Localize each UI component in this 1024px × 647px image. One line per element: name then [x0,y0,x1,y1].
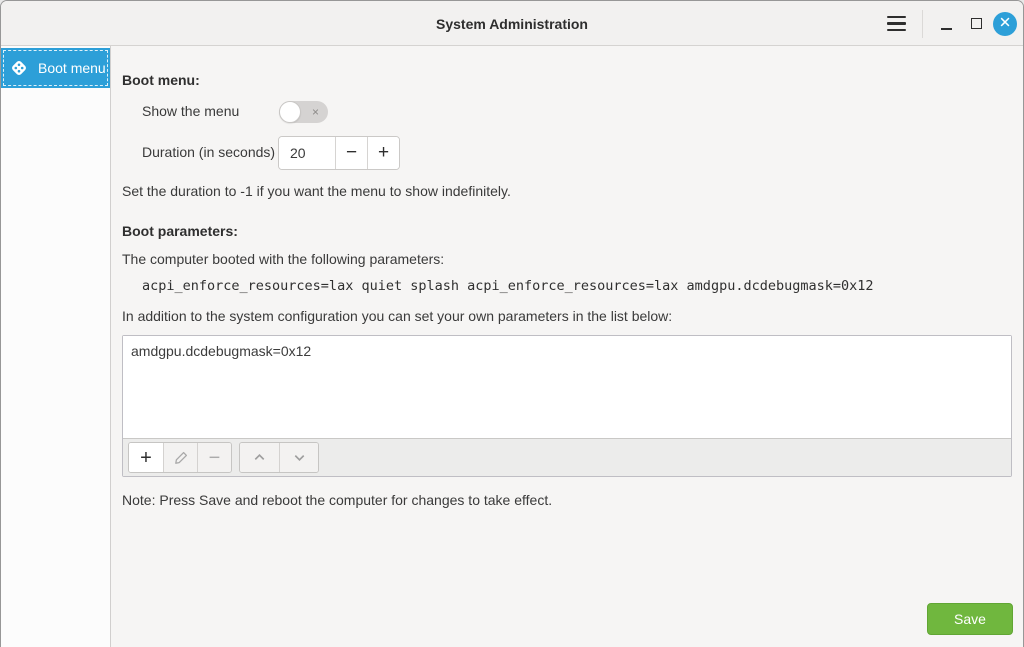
boot-menu-heading: Boot menu: [122,72,200,88]
hamburger-icon [887,16,906,19]
chevron-up-icon [252,450,267,465]
duration-increment-button[interactable]: + [367,137,399,169]
duration-input[interactable] [279,137,335,169]
close-icon: ✕ [999,16,1012,31]
custom-parameters-label: In addition to the system configuration … [122,308,672,324]
edit-parameter-button[interactable] [163,443,197,472]
minimize-icon [941,28,952,30]
minus-icon: − [346,142,357,163]
duration-hint: Set the duration to -1 if you want the m… [122,183,511,199]
maximize-button[interactable] [961,9,991,39]
move-down-button[interactable] [279,443,318,472]
show-menu-toggle[interactable]: × [279,101,328,123]
titlebar-controls: ✕ [878,1,1017,46]
show-menu-label: Show the menu [142,103,239,119]
remove-parameter-button[interactable]: − [197,443,231,472]
toggle-knob [279,101,301,123]
app-window: System Administration ✕ [0,0,1024,647]
window-title: System Administration [1,1,1023,46]
duration-label: Duration (in seconds) [142,144,275,160]
titlebar-separator [922,10,923,38]
toggle-off-icon: × [312,106,319,118]
booted-with-label: The computer booted with the following p… [122,251,444,267]
duration-decrement-button[interactable]: − [335,137,367,169]
duration-spinner: − + [278,136,400,170]
edit-button-group: + − [128,442,232,473]
move-button-group [239,442,319,473]
main-content: Boot menu: Show the menu × Duration (in … [111,46,1023,647]
pencil-icon [173,450,189,466]
minus-icon: − [209,448,221,468]
parameters-toolbar: + − [123,438,1011,476]
titlebar: System Administration ✕ [1,1,1023,46]
minimize-button[interactable] [931,9,961,39]
boot-menu-icon [9,58,29,78]
boot-parameters-heading: Boot parameters: [122,223,238,239]
parameters-list-frame: amdgpu.dcdebugmask=0x12 + − [122,335,1012,477]
close-button[interactable]: ✕ [993,12,1017,36]
move-up-button[interactable] [240,443,279,472]
parameters-list-item[interactable]: amdgpu.dcdebugmask=0x12 [123,336,1011,359]
sidebar-item-label: Boot menu [38,60,106,76]
plus-icon: + [140,448,152,468]
reboot-note: Note: Press Save and reboot the computer… [122,492,552,508]
plus-icon: + [378,142,389,163]
parameters-list[interactable]: amdgpu.dcdebugmask=0x12 [123,336,1011,438]
add-parameter-button[interactable]: + [129,443,163,472]
menu-button[interactable] [878,6,914,42]
maximize-icon [971,18,982,29]
booted-parameters-value: acpi_enforce_resources=lax quiet splash … [142,278,874,294]
sidebar: Boot menu [1,46,111,647]
sidebar-item-boot-menu[interactable]: Boot menu [1,48,110,88]
chevron-down-icon [292,450,307,465]
save-button[interactable]: Save [927,603,1013,635]
